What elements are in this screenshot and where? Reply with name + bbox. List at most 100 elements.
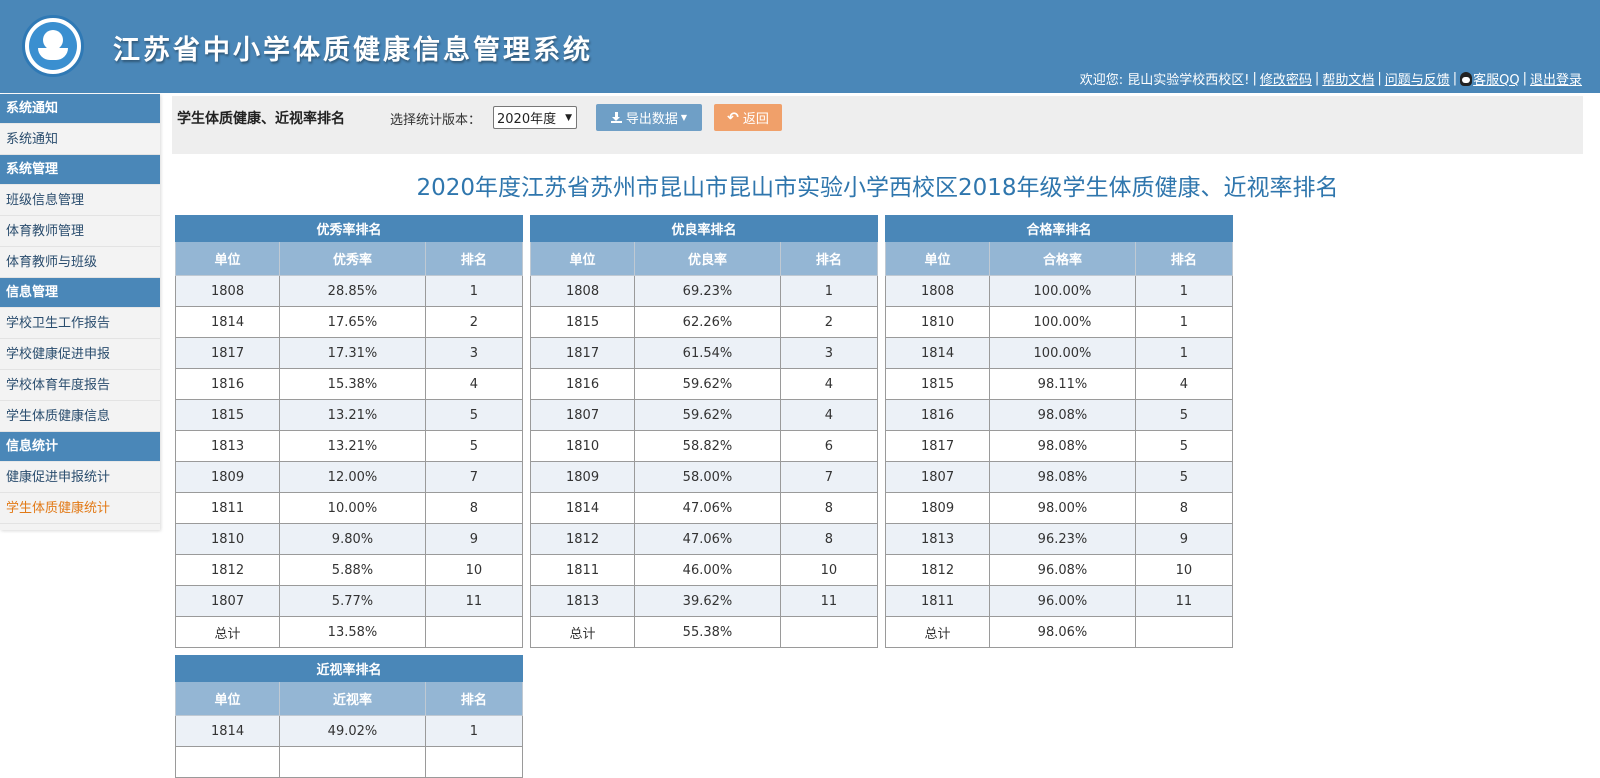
feedback-link[interactable]: 问题与反馈 xyxy=(1385,69,1450,88)
table-cell: 1816 xyxy=(174,368,281,400)
table-cell: 1810 xyxy=(529,430,636,462)
table-cell: 7 xyxy=(424,461,524,493)
sidebar-item[interactable]: 体育教师与班级 xyxy=(0,247,160,278)
table-cell: 1 xyxy=(1134,275,1234,307)
table-cell: 1815 xyxy=(174,399,281,431)
table-row: 1808 28.85% 1 xyxy=(174,275,524,307)
export-data-button[interactable]: 导出数据 ▼ xyxy=(596,104,702,131)
table-row: 1812 96.08% 10 xyxy=(884,554,1234,586)
logout-link[interactable]: 退出登录 xyxy=(1530,69,1582,88)
table-cell: 1817 xyxy=(529,337,636,369)
table-cell: 47.06% xyxy=(634,523,781,555)
sidebar-item[interactable]: 健康促进申报统计 xyxy=(0,462,160,493)
table-cell: 2 xyxy=(779,306,879,338)
table-cell: 39.62% xyxy=(634,585,781,617)
table-cell: 5 xyxy=(1134,461,1234,493)
table-cell: 46.00% xyxy=(634,554,781,586)
table-row: 1816 15.38% 4 xyxy=(174,368,524,400)
column-header: 单位 xyxy=(174,681,281,716)
table-caption: 优良率排名 xyxy=(530,215,878,242)
table-cell: 1816 xyxy=(529,368,636,400)
table-row: 1814 17.65% 2 xyxy=(174,306,524,338)
column-header: 单位 xyxy=(174,241,281,276)
table-cell: 1817 xyxy=(174,337,281,369)
table-cell: 1808 xyxy=(529,275,636,307)
app-header: 江苏省中小学体质健康信息管理系统 欢迎您: 昆山实验学校西校区! | 修改密码 … xyxy=(0,0,1600,93)
back-button[interactable]: ↶ 返回 xyxy=(714,104,782,131)
table-cell: 100.00% xyxy=(989,306,1136,338)
table-cell: 8 xyxy=(1134,492,1234,524)
table-cell: 62.26% xyxy=(634,306,781,338)
customer-service-qq-link[interactable]: 客服QQ xyxy=(1473,69,1519,88)
change-password-link[interactable]: 修改密码 xyxy=(1260,69,1312,88)
sidebar-group-title: 系统管理 xyxy=(0,155,160,185)
table-cell: 9 xyxy=(1134,523,1234,555)
sidebar-item[interactable]: 班级信息管理 xyxy=(0,185,160,216)
table-row: 1815 98.11% 4 xyxy=(884,368,1234,400)
download-icon xyxy=(610,112,622,123)
table-cell: 98.08% xyxy=(989,430,1136,462)
version-label: 选择统计版本： xyxy=(390,113,482,128)
total-cell: 总计 xyxy=(174,616,281,648)
total-cell: 98.06% xyxy=(989,616,1136,648)
table-cell: 1816 xyxy=(884,399,991,431)
table-cell: 1817 xyxy=(884,430,991,462)
table-cell: 1814 xyxy=(174,715,281,747)
table-row: 1809 12.00% 7 xyxy=(174,461,524,493)
toolbar: 学生体质健康、近视率排名 选择统计版本： 2020年度 ▼ 导出数据 ▼ ↶ 返… xyxy=(172,96,1583,154)
table-cell: 7 xyxy=(779,461,879,493)
table-row: 1816 59.62% 4 xyxy=(529,368,879,400)
table-cell: 10 xyxy=(1134,554,1234,586)
table-cell: 98.08% xyxy=(989,461,1136,493)
report-title: 2020年度江苏省苏州市昆山市昆山市实验小学西校区2018年级学生体质健康、近视… xyxy=(416,175,1339,201)
help-docs-link[interactable]: 帮助文档 xyxy=(1322,69,1374,88)
table-cell: 1812 xyxy=(529,523,636,555)
column-header: 优良率 xyxy=(634,241,781,276)
table-cell: 28.85% xyxy=(279,275,426,307)
total-cell xyxy=(779,616,879,648)
total-cell: 13.58% xyxy=(279,616,426,648)
table-cell: 1814 xyxy=(174,306,281,338)
table-cell: 1809 xyxy=(529,461,636,493)
sidebar-item[interactable]: 学生体质健康统计 xyxy=(0,493,160,524)
table-row: 1816 98.08% 5 xyxy=(884,399,1234,431)
table-row: 1809 98.00% 8 xyxy=(884,492,1234,524)
sidebar-item[interactable]: 学校卫生工作报告 xyxy=(0,308,160,339)
table-cell: 15.38% xyxy=(279,368,426,400)
table-cell: 2 xyxy=(424,306,524,338)
table-row xyxy=(174,746,524,778)
sidebar-item[interactable]: 学生体质健康信息 xyxy=(0,401,160,432)
table-cell: 1 xyxy=(424,715,524,747)
table-cell: 1811 xyxy=(529,554,636,586)
table-cell: 96.00% xyxy=(989,585,1136,617)
table-row: 1815 13.21% 5 xyxy=(174,399,524,431)
table-cell: 1 xyxy=(1134,337,1234,369)
table-cell: 1811 xyxy=(174,492,281,524)
table-row: 1813 39.62% 11 xyxy=(529,585,879,617)
welcome-text: 欢迎您: 昆山实验学校西校区! xyxy=(1079,73,1250,88)
sidebar-item[interactable]: 学校体育年度报告 xyxy=(0,370,160,401)
table-cell: 61.54% xyxy=(634,337,781,369)
total-row: 总计 98.06% xyxy=(884,616,1234,648)
table-row: 1813 96.23% 9 xyxy=(884,523,1234,555)
table-cell: 1814 xyxy=(529,492,636,524)
sidebar-item[interactable]: 系统通知 xyxy=(0,124,160,155)
table-cell: 13.21% xyxy=(279,430,426,462)
table-cell: 8 xyxy=(424,492,524,524)
total-row: 总计 13.58% xyxy=(174,616,524,648)
table-cell: 5 xyxy=(1134,430,1234,462)
table-cell: 1809 xyxy=(884,492,991,524)
table-cell: 1810 xyxy=(884,306,991,338)
table-cell: 1807 xyxy=(529,399,636,431)
table-cell: 5 xyxy=(424,430,524,462)
table-cell: 1811 xyxy=(884,585,991,617)
table-cell: 100.00% xyxy=(989,337,1136,369)
table-cell: 13.21% xyxy=(279,399,426,431)
table-row: 1812 5.88% 10 xyxy=(174,554,524,586)
sidebar-item[interactable]: 体育教师管理 xyxy=(0,216,160,247)
version-select[interactable]: 2020年度 ▼ xyxy=(493,106,577,129)
sidebar-group-title: 信息管理 xyxy=(0,278,160,308)
table-cell: 10.00% xyxy=(279,492,426,524)
sidebar-item[interactable]: 学校健康促进申报 xyxy=(0,339,160,370)
table-row: 1808 100.00% 1 xyxy=(884,275,1234,307)
